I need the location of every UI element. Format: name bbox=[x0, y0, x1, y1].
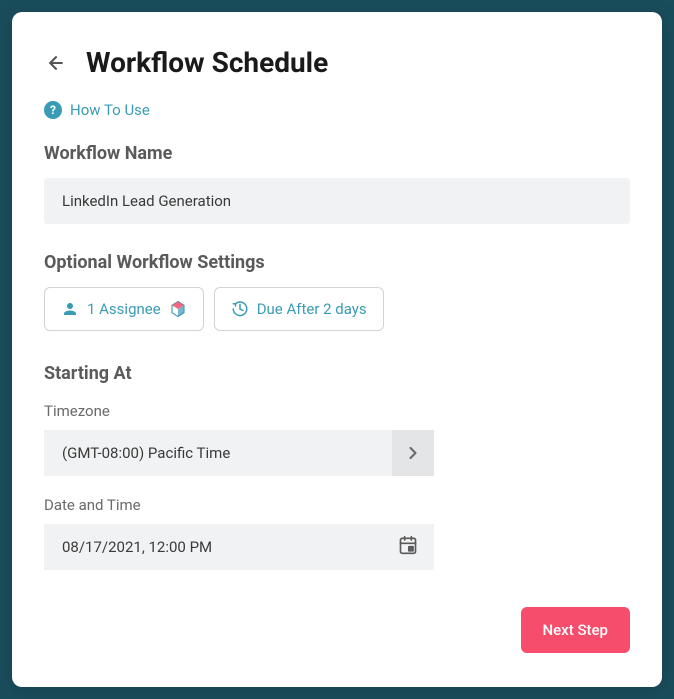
optional-settings-label: Optional Workflow Settings bbox=[44, 252, 630, 273]
clock-icon bbox=[231, 300, 249, 318]
date-time-label: Date and Time bbox=[44, 496, 630, 514]
back-button[interactable] bbox=[44, 51, 68, 75]
next-step-button[interactable]: Next Step bbox=[521, 607, 631, 653]
workflow-name-label: Workflow Name bbox=[44, 143, 630, 164]
modal-footer: Next Step bbox=[44, 607, 630, 653]
starting-at-label: Starting At bbox=[44, 363, 630, 384]
how-to-use-link[interactable]: ? How To Use bbox=[44, 101, 630, 119]
workflow-schedule-modal: Workflow Schedule ? How To Use Workflow … bbox=[12, 12, 662, 687]
how-to-use-label: How To Use bbox=[70, 101, 150, 119]
timezone-value: (GMT-08:00) Pacific Time bbox=[44, 430, 392, 476]
arrow-left-icon bbox=[46, 53, 66, 73]
brand-logo-icon bbox=[169, 300, 187, 318]
date-time-input-wrapper[interactable]: 08/17/2021, 12:00 PM bbox=[44, 524, 434, 570]
due-date-chip-label: Due After 2 days bbox=[257, 300, 367, 318]
workflow-name-input[interactable] bbox=[44, 178, 630, 224]
date-time-value: 08/17/2021, 12:00 PM bbox=[44, 524, 398, 570]
page-title: Workflow Schedule bbox=[86, 46, 328, 79]
timezone-select[interactable]: (GMT-08:00) Pacific Time bbox=[44, 430, 434, 476]
timezone-dropdown-button[interactable] bbox=[392, 430, 434, 476]
person-icon bbox=[61, 300, 79, 318]
calendar-icon[interactable] bbox=[398, 535, 418, 559]
assignee-chip[interactable]: 1 Assignee bbox=[44, 287, 204, 331]
help-icon: ? bbox=[44, 101, 62, 119]
assignee-chip-label: 1 Assignee bbox=[87, 300, 161, 318]
chevron-right-icon bbox=[403, 443, 423, 463]
timezone-label: Timezone bbox=[44, 402, 630, 420]
due-date-chip[interactable]: Due After 2 days bbox=[214, 287, 384, 331]
settings-chips-row: 1 Assignee Due After 2 days bbox=[44, 287, 630, 331]
modal-header: Workflow Schedule bbox=[44, 46, 630, 79]
